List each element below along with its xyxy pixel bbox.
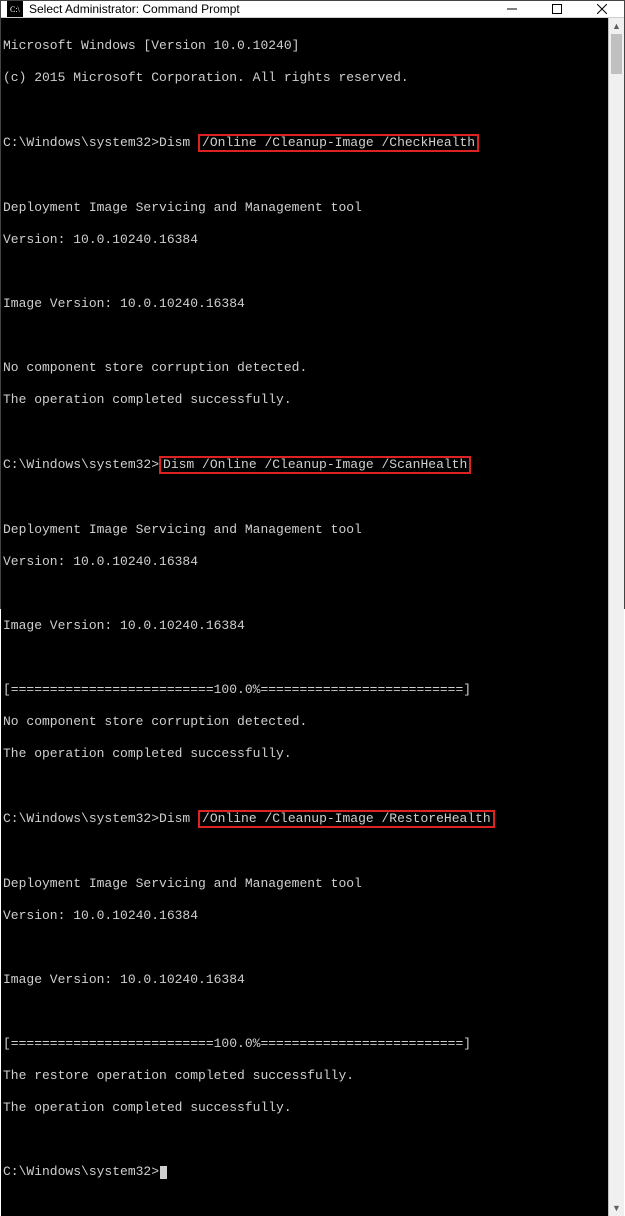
minimize-button[interactable] [489, 1, 534, 17]
output-line: The operation completed successfully. [3, 392, 606, 408]
output-line: Image Version: 10.0.10240.16384 [3, 618, 606, 634]
output-line: [==========================100.0%=======… [3, 1036, 606, 1052]
highlight-checkhealth: /Online /Cleanup-Image /CheckHealth [198, 134, 479, 152]
scroll-thumb[interactable] [611, 34, 622, 74]
scroll-down-arrow[interactable]: ▼ [609, 1200, 624, 1216]
terminal-output[interactable]: Microsoft Windows [Version 10.0.10240] (… [1, 18, 608, 1216]
svg-text:C:\: C:\ [10, 5, 21, 14]
maximize-button[interactable] [534, 1, 579, 17]
client-area: Microsoft Windows [Version 10.0.10240] (… [1, 18, 624, 1216]
output-line: Image Version: 10.0.10240.16384 [3, 296, 606, 312]
highlight-restorehealth: /Online /Cleanup-Image /RestoreHealth [198, 810, 495, 828]
cursor [160, 1166, 167, 1179]
vertical-scrollbar[interactable]: ▲ ▼ [608, 18, 624, 1216]
window-title: Select Administrator: Command Prompt [29, 2, 489, 16]
cmd-icon: C:\ [7, 1, 23, 17]
output-line: (c) 2015 Microsoft Corporation. All righ… [3, 70, 606, 86]
window-controls [489, 1, 624, 17]
output-line: The operation completed successfully. [3, 746, 606, 762]
scroll-up-arrow[interactable]: ▲ [609, 18, 624, 34]
output-line: [==========================100.0%=======… [3, 682, 606, 698]
titlebar[interactable]: C:\ Select Administrator: Command Prompt [1, 1, 624, 18]
prompt-line: C:\Windows\system32>Dism /Online /Cleanu… [3, 134, 606, 152]
output-line: Version: 10.0.10240.16384 [3, 554, 606, 570]
output-line: Deployment Image Servicing and Managemen… [3, 200, 606, 216]
output-line: Deployment Image Servicing and Managemen… [3, 876, 606, 892]
close-button[interactable] [579, 1, 624, 17]
output-line: No component store corruption detected. [3, 360, 606, 376]
highlight-scanhealth: Dism /Online /Cleanup-Image /ScanHealth [159, 456, 471, 474]
output-line: No component store corruption detected. [3, 714, 606, 730]
prompt-line: C:\Windows\system32> [3, 1164, 606, 1180]
output-line: Version: 10.0.10240.16384 [3, 232, 606, 248]
command-prompt-window: C:\ Select Administrator: Command Prompt… [0, 0, 625, 609]
output-line: Version: 10.0.10240.16384 [3, 908, 606, 924]
output-line: Deployment Image Servicing and Managemen… [3, 522, 606, 538]
prompt-line: C:\Windows\system32>Dism /Online /Cleanu… [3, 456, 606, 474]
prompt-line: C:\Windows\system32>Dism /Online /Cleanu… [3, 810, 606, 828]
output-line: Microsoft Windows [Version 10.0.10240] [3, 38, 606, 54]
output-line: Image Version: 10.0.10240.16384 [3, 972, 606, 988]
output-line: The operation completed successfully. [3, 1100, 606, 1116]
output-line: The restore operation completed successf… [3, 1068, 606, 1084]
